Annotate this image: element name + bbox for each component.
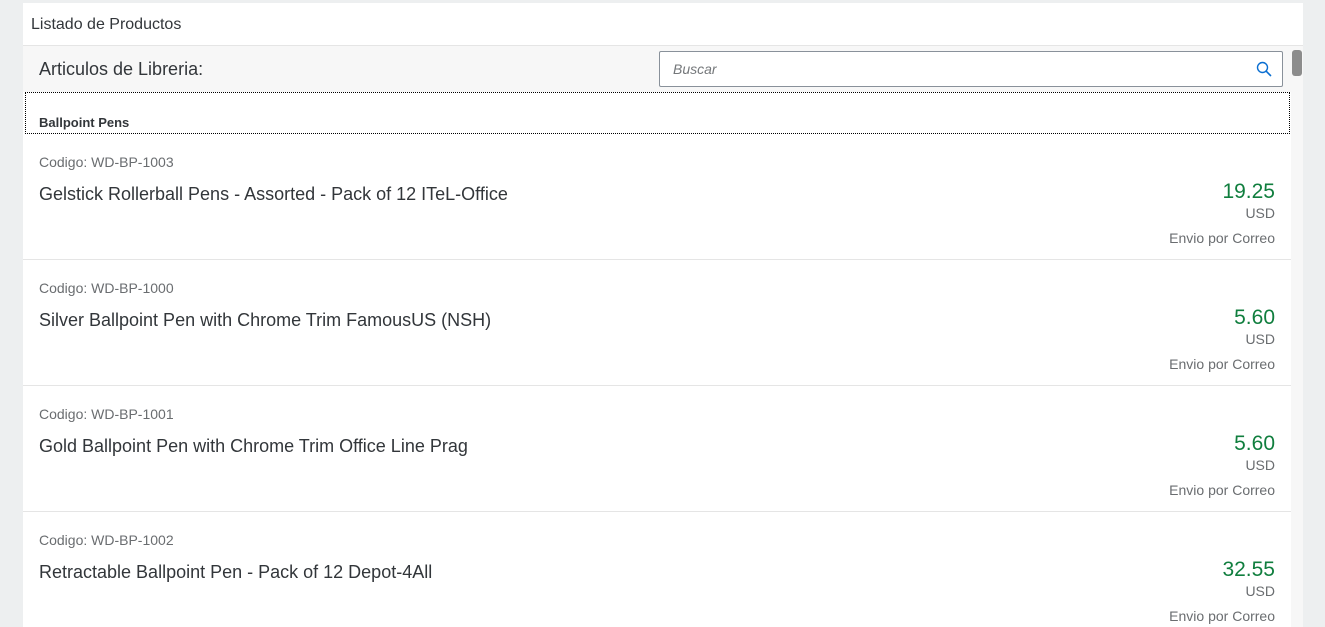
product-item[interactable]: Codigo: WD-BP-1003 Gelstick Rollerball P… <box>23 134 1291 260</box>
product-list-page: Listado de Productos Articulos de Librer… <box>23 3 1303 627</box>
search-field <box>659 51 1283 87</box>
scrollbar-thumb[interactable] <box>1292 50 1302 76</box>
product-item[interactable]: Codigo: WD-BP-1001 Gold Ballpoint Pen wi… <box>23 386 1291 512</box>
product-currency: USD <box>1245 205 1275 221</box>
list-toolbar: Articulos de Libreria: <box>23 46 1291 92</box>
vertical-scrollbar[interactable] <box>1291 46 1303 627</box>
product-name: Retractable Ballpoint Pen - Pack of 12 D… <box>39 562 433 582</box>
product-item[interactable]: Codigo: WD-BP-1002 Retractable Ballpoint… <box>23 512 1291 627</box>
product-list: Codigo: WD-BP-1003 Gelstick Rollerball P… <box>23 134 1291 627</box>
product-name: Silver Ballpoint Pen with Chrome Trim Fa… <box>39 310 492 330</box>
product-code: Codigo: WD-BP-1003 <box>39 154 174 170</box>
product-shipping: Envio por Correo <box>1169 482 1275 498</box>
toolbar-title: Articulos de Libreria: <box>39 59 204 79</box>
product-price: 19.25 <box>1222 180 1275 203</box>
product-shipping: Envio por Correo <box>1169 356 1275 372</box>
group-title: Ballpoint Pens <box>39 115 130 130</box>
product-currency: USD <box>1245 331 1275 347</box>
product-price: 32.55 <box>1222 558 1275 581</box>
product-currency: USD <box>1245 583 1275 599</box>
product-code: Codigo: WD-BP-1001 <box>39 406 174 422</box>
product-shipping: Envio por Correo <box>1169 230 1275 246</box>
page-header: Listado de Productos <box>23 3 1303 46</box>
group-header-ballpoint-pens[interactable]: Ballpoint Pens <box>25 92 1290 134</box>
product-shipping: Envio por Correo <box>1169 608 1275 624</box>
product-name: Gold Ballpoint Pen with Chrome Trim Offi… <box>39 436 468 456</box>
search-icon[interactable] <box>1256 61 1272 77</box>
product-currency: USD <box>1245 457 1275 473</box>
product-code: Codigo: WD-BP-1002 <box>39 532 174 548</box>
product-code: Codigo: WD-BP-1000 <box>39 280 174 296</box>
product-price: 5.60 <box>1234 306 1275 329</box>
product-item[interactable]: Codigo: WD-BP-1000 Silver Ballpoint Pen … <box>23 260 1291 386</box>
product-name: Gelstick Rollerball Pens - Assorted - Pa… <box>39 184 508 204</box>
product-price: 5.60 <box>1234 432 1275 455</box>
page-title: Listado de Productos <box>31 16 182 33</box>
search-input[interactable] <box>660 52 1250 86</box>
